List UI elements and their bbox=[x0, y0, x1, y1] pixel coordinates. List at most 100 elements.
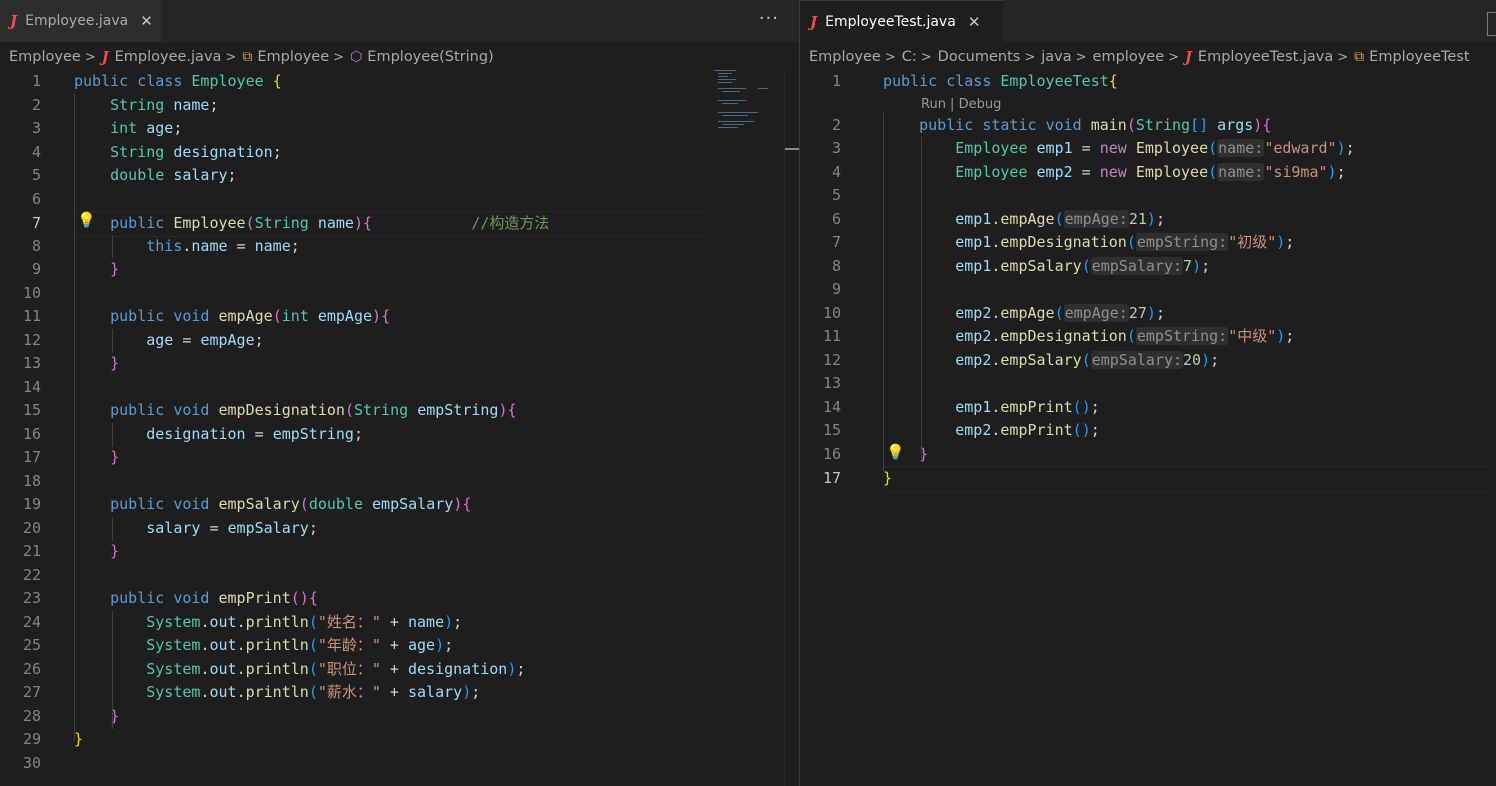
code-line[interactable]: 2 public static void main(String[] args)… bbox=[800, 114, 1496, 138]
code-token: ( bbox=[308, 683, 318, 701]
code-line[interactable]: 13 } bbox=[0, 352, 799, 376]
code-line[interactable]: 6 bbox=[0, 188, 799, 212]
code-line[interactable]: 2 String name; bbox=[0, 94, 799, 118]
close-icon[interactable]: ✕ bbox=[968, 13, 981, 31]
code-line[interactable]: 26 System.out.println("职位：" + designatio… bbox=[0, 658, 799, 682]
code-token: public bbox=[110, 307, 165, 325]
code-text: } bbox=[74, 352, 119, 376]
code-line[interactable]: 12 emp2.empSalary(empSalary:20); bbox=[800, 349, 1496, 373]
code-line[interactable]: 9 bbox=[800, 278, 1496, 302]
code-token: { bbox=[1108, 72, 1118, 90]
code-line[interactable]: 20 salary = empSalary; bbox=[0, 517, 799, 541]
code-line[interactable]: 4 String designation; bbox=[0, 141, 799, 165]
breadcrumb-drive[interactable]: C: bbox=[902, 49, 917, 65]
code-line[interactable]: 14 emp1.empPrint(); bbox=[800, 396, 1496, 420]
code-line[interactable]: 14 bbox=[0, 376, 799, 400]
code-editor-right[interactable]: 1 public class EmployeeTest{ Run | Debug 2 … bbox=[800, 70, 1496, 786]
code-token: String bbox=[254, 214, 309, 232]
code-token: class bbox=[137, 72, 183, 90]
code-line[interactable]: 16 designation = empString; bbox=[0, 423, 799, 447]
code-token: empPrint bbox=[1000, 397, 1073, 416]
code-line[interactable]: 6 emp1.empAge(empAge:21); bbox=[800, 208, 1496, 232]
code-token: EmployeeTest bbox=[1000, 72, 1109, 90]
code-line[interactable]: 9 } bbox=[0, 258, 799, 282]
code-line[interactable]: 1 public class Employee { bbox=[0, 70, 799, 94]
code-line[interactable]: 23 public void empPrint(){ bbox=[0, 587, 799, 611]
code-line[interactable]: 4 Employee emp2 = new Employee(name:"si9… bbox=[800, 161, 1496, 185]
code-line[interactable]: 22 bbox=[0, 564, 799, 588]
line-number: 11 bbox=[22, 307, 41, 325]
code-line[interactable]: 5 double salary; bbox=[0, 164, 799, 188]
code-line[interactable]: 3 int age; bbox=[0, 117, 799, 141]
code-text: emp1.empAge(empAge:21); bbox=[883, 208, 1165, 232]
line-number: 25 bbox=[22, 636, 41, 654]
breadcrumb-class[interactable]: Employee bbox=[257, 49, 329, 65]
code-line[interactable]: 7 emp1.empDesignation(empString:"初级"); bbox=[800, 231, 1496, 255]
code-line[interactable]: 12 age = empAge; bbox=[0, 329, 799, 353]
more-actions-icon[interactable]: ··· bbox=[759, 8, 779, 29]
code-line[interactable]: 11 emp2.empDesignation(empString:"中级"); bbox=[800, 325, 1496, 349]
code-line[interactable]: 28 } bbox=[0, 705, 799, 729]
line-number: 24 bbox=[22, 612, 41, 631]
code-token: out bbox=[209, 659, 237, 678]
line-number: 29 bbox=[22, 730, 41, 748]
code-line[interactable]: 27 System.out.println("薪水：" + salary); bbox=[0, 681, 799, 705]
code-line[interactable]: 1 public class EmployeeTest{ bbox=[800, 70, 1496, 94]
breadcrumb-employee[interactable]: employee bbox=[1093, 49, 1165, 65]
line-number: 1 bbox=[831, 72, 841, 90]
code-line[interactable]: 7 public Employee(String name){ //构造方法 bbox=[32, 211, 707, 237]
code-line[interactable]: 17 } bbox=[0, 446, 799, 470]
code-line[interactable]: 13 bbox=[800, 372, 1496, 396]
code-line[interactable]: 8 emp1.empSalary(empSalary:7); bbox=[800, 255, 1496, 279]
code-token: } bbox=[110, 542, 120, 560]
code-line[interactable]: 8 this.name = name; bbox=[0, 235, 799, 259]
java-file-icon: J bbox=[10, 12, 18, 30]
code-line[interactable]: 10 emp2.empAge(empAge:27); bbox=[800, 302, 1496, 326]
tab-employee-java[interactable]: J Employee.java ✕ bbox=[0, 0, 162, 42]
lightbulb-icon[interactable]: 💡 bbox=[886, 443, 905, 461]
code-line[interactable]: 15 public void empDesignation(String emp… bbox=[0, 399, 799, 423]
java-file-icon: J bbox=[101, 48, 109, 66]
code-token: ) bbox=[444, 612, 454, 631]
close-icon[interactable]: ✕ bbox=[140, 12, 153, 30]
left-editor-group: J Employee.java ✕ ··· Employee > J Employe… bbox=[0, 0, 799, 786]
code-token: out bbox=[209, 612, 237, 631]
code-line[interactable]: 24 System.out.println("姓名：" + name); bbox=[0, 611, 799, 635]
code-token: } bbox=[110, 260, 120, 278]
code-editor-left[interactable]: 1 public class Employee {2 String name; 3 … bbox=[0, 70, 799, 786]
breadcrumb-java[interactable]: java bbox=[1041, 49, 1071, 65]
code-text: String name; bbox=[74, 94, 218, 118]
breadcrumb-folder[interactable]: Employee bbox=[9, 49, 81, 65]
inlay-hint: name: bbox=[1217, 139, 1265, 157]
code-line[interactable]: 17} bbox=[823, 466, 1488, 492]
breadcrumb-file[interactable]: EmployeeTest.java bbox=[1198, 49, 1333, 65]
code-line[interactable]: 5 bbox=[800, 184, 1496, 208]
code-line[interactable]: 11 public void empAge(int empAge){ bbox=[0, 305, 799, 329]
split-editor-icon[interactable] bbox=[1487, 12, 1496, 36]
code-line[interactable]: 3 Employee emp1 = new Employee(name:"edw… bbox=[800, 137, 1496, 161]
tab-employeetest-java[interactable]: J EmployeeTest.java ✕ bbox=[800, 0, 1003, 42]
codelens-run-debug[interactable]: Run | Debug bbox=[921, 97, 1001, 112]
breadcrumb-class[interactable]: EmployeeTest bbox=[1369, 49, 1469, 65]
vertical-scrollbar[interactable] bbox=[784, 70, 799, 786]
breadcrumb-folder[interactable]: Employee bbox=[809, 49, 881, 65]
code-line[interactable]: 18 bbox=[0, 470, 799, 494]
code-line[interactable]: 25 System.out.println("年龄：" + age); bbox=[0, 634, 799, 658]
code-line[interactable]: 19 public void empSalary(double empSalar… bbox=[0, 493, 799, 517]
code-line[interactable]: 21 } bbox=[0, 540, 799, 564]
code-line[interactable]: 15 emp2.empPrint(); bbox=[800, 419, 1496, 443]
code-token: ( bbox=[1126, 233, 1136, 251]
lightbulb-icon[interactable]: 💡 bbox=[77, 211, 96, 229]
code-line[interactable]: 30 bbox=[0, 752, 799, 776]
minimap[interactable] bbox=[712, 70, 772, 130]
code-line[interactable]: 10 bbox=[0, 282, 799, 306]
breadcrumb-method[interactable]: Employee(String) bbox=[367, 49, 493, 65]
code-line[interactable]: 29} bbox=[0, 728, 799, 752]
line-number: 19 bbox=[22, 495, 41, 513]
breadcrumb-documents[interactable]: Documents bbox=[938, 49, 1021, 65]
breadcrumb-file[interactable]: Employee.java bbox=[115, 49, 222, 65]
